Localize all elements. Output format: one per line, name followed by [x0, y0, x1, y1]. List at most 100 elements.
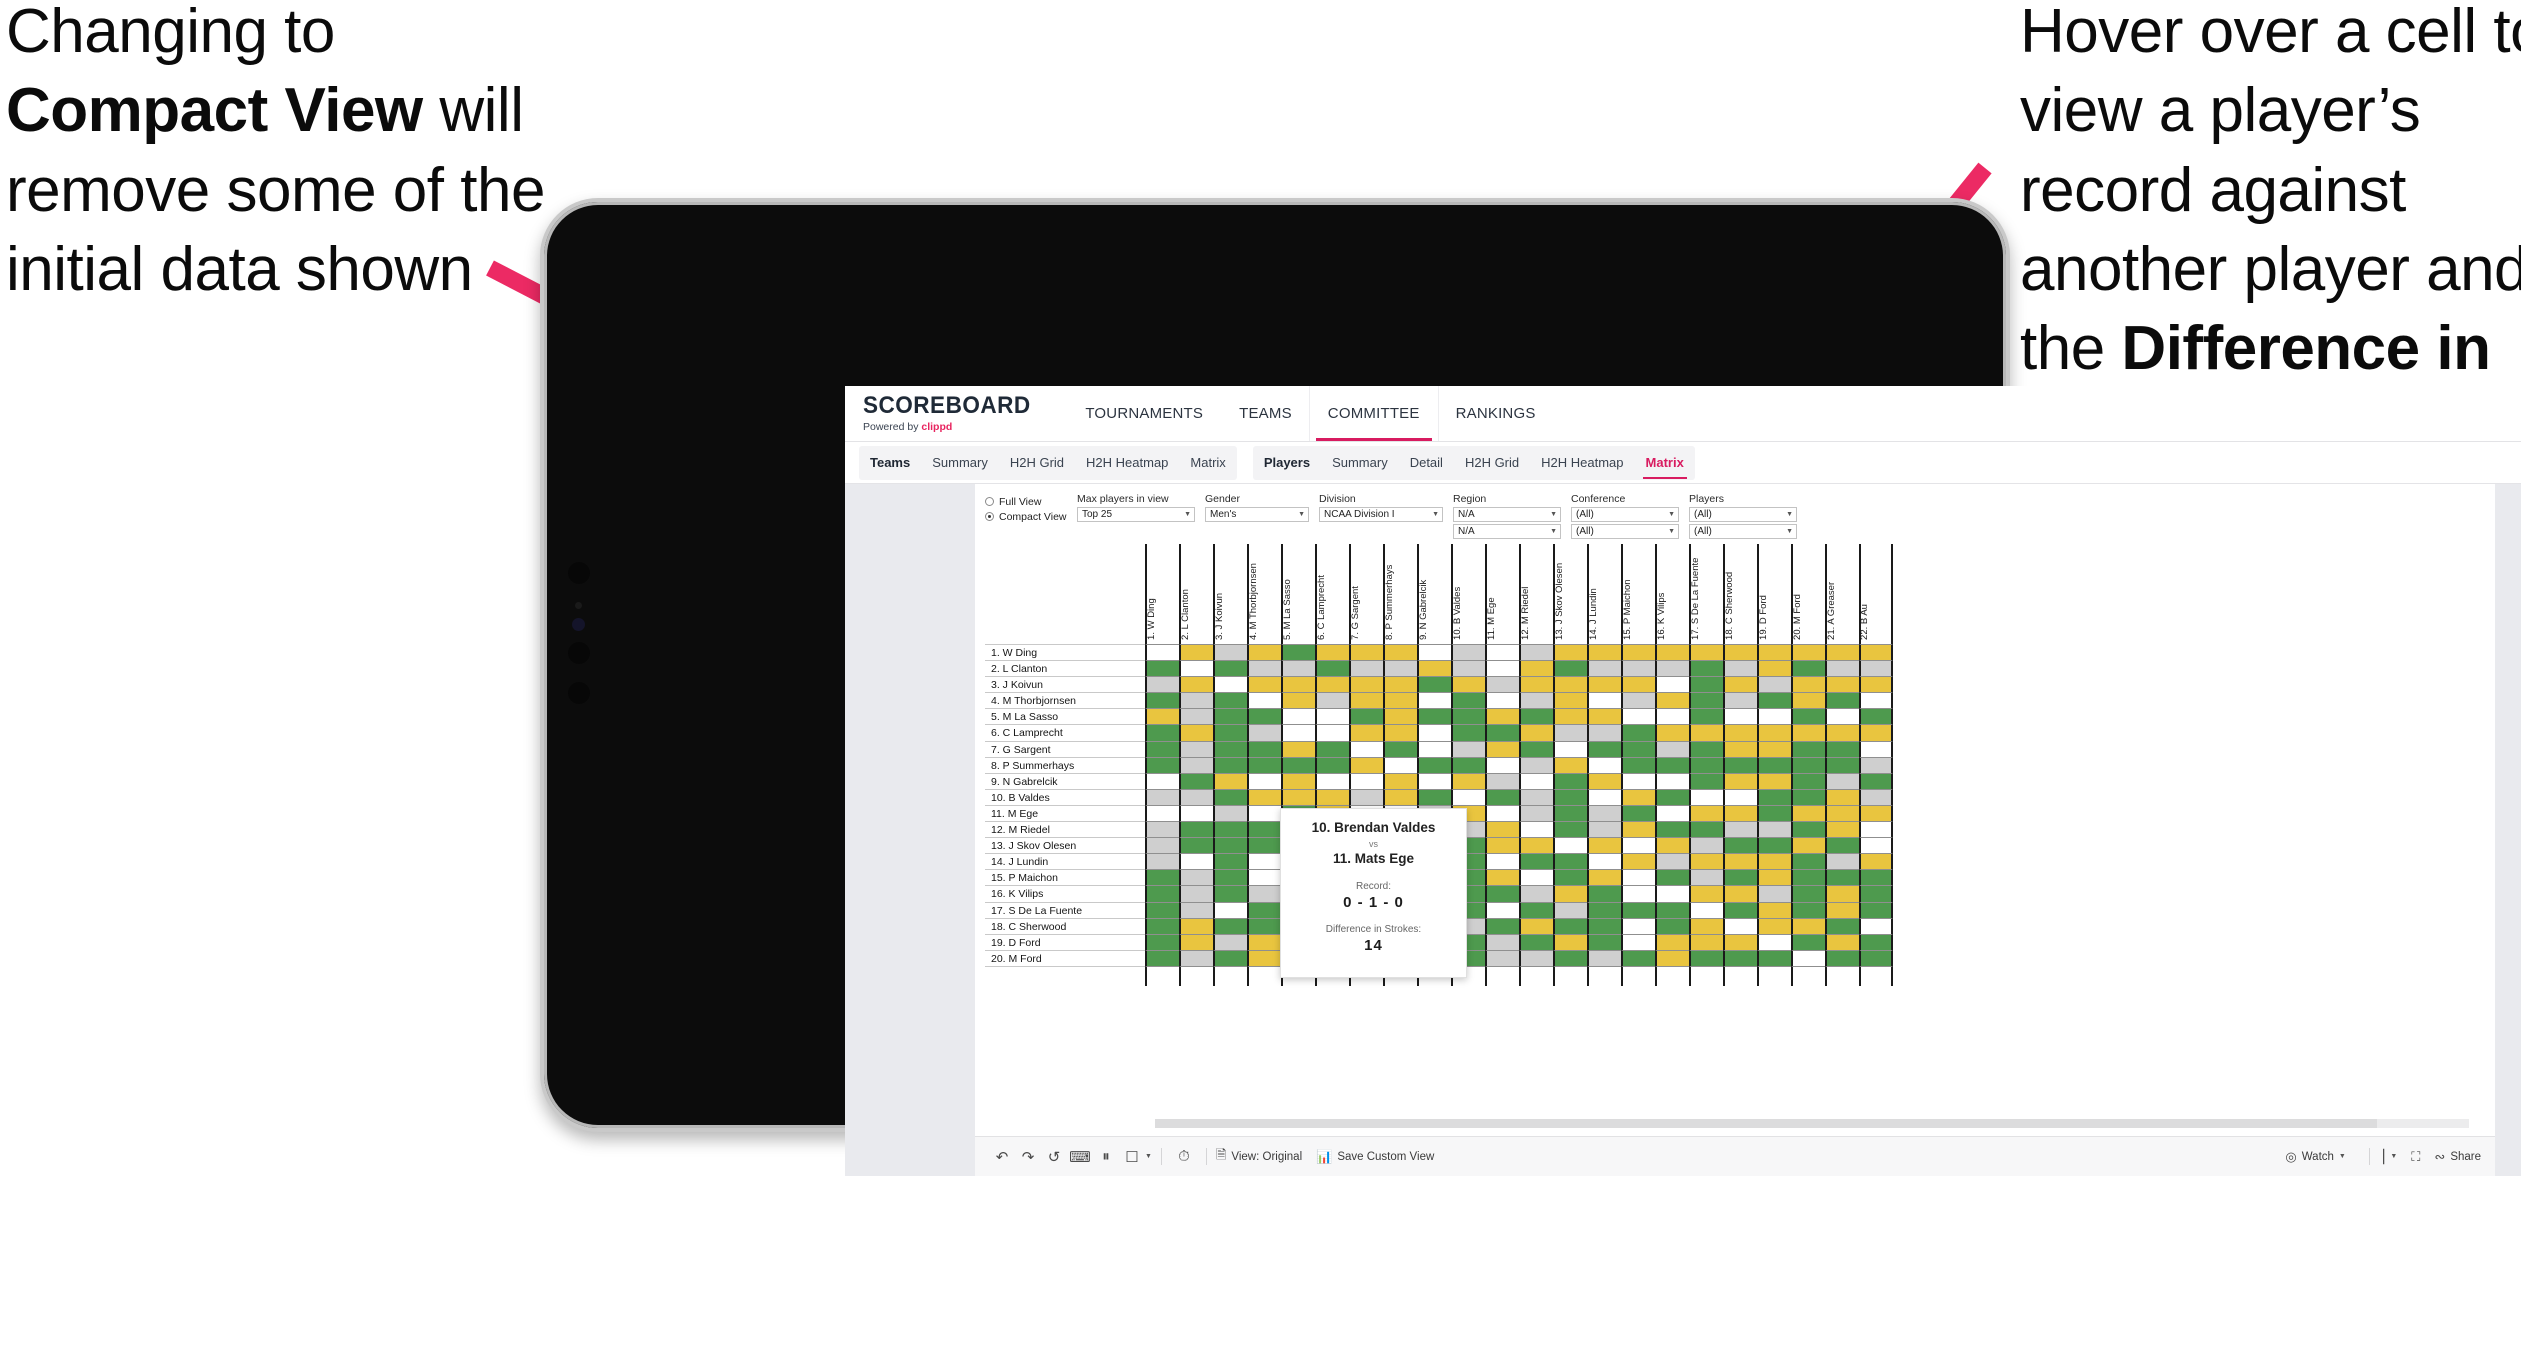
matrix-cell[interactable]	[1485, 933, 1519, 950]
matrix-col-header[interactable]: 18. C Sherwood	[1723, 544, 1757, 644]
matrix-cell[interactable]	[1689, 949, 1723, 966]
matrix-col-header[interactable]: 14. J Lundin	[1587, 544, 1621, 644]
matrix-cell[interactable]	[1553, 772, 1587, 789]
matrix-cell[interactable]	[1757, 885, 1791, 902]
matrix-cell[interactable]	[1213, 804, 1247, 822]
matrix-cell[interactable]	[1485, 885, 1519, 902]
matrix-cell[interactable]	[1723, 676, 1757, 693]
matrix-col-header[interactable]: 3. J Koivun	[1213, 544, 1247, 644]
matrix-cell[interactable]	[1587, 692, 1621, 709]
matrix-cell[interactable]	[1315, 740, 1349, 757]
matrix-cell[interactable]	[1859, 853, 1893, 870]
matrix-cell[interactable]	[1553, 756, 1587, 773]
matrix-cell[interactable]	[1417, 788, 1451, 805]
matrix-cell[interactable]	[1145, 644, 1179, 661]
matrix-cell[interactable]	[1281, 724, 1315, 741]
matrix-cell[interactable]	[1621, 644, 1655, 661]
matrix-cell[interactable]	[1825, 756, 1859, 773]
matrix-cell[interactable]	[1723, 692, 1757, 709]
radio-full-view[interactable]: Full View	[985, 494, 1077, 509]
matrix-cell[interactable]	[1281, 676, 1315, 693]
matrix-cell[interactable]	[1281, 660, 1315, 677]
matrix-cell[interactable]	[1145, 853, 1179, 870]
matrix-cell[interactable]	[1791, 644, 1825, 661]
matrix-cell[interactable]	[1723, 772, 1757, 789]
matrix-cell[interactable]	[1791, 885, 1825, 902]
download-button[interactable]: ⎟ ▼	[2379, 1149, 2397, 1165]
matrix-cell[interactable]	[1621, 788, 1655, 805]
matrix-cell[interactable]	[1315, 708, 1349, 725]
matrix-cell[interactable]	[1859, 869, 1893, 886]
matrix-cell[interactable]	[1145, 837, 1179, 854]
matrix-cell[interactable]	[1179, 821, 1213, 838]
matrix-cell[interactable]	[1689, 804, 1723, 822]
matrix-row-label[interactable]: 16. K Vilips	[985, 885, 1145, 902]
matrix-cell[interactable]	[1213, 933, 1247, 950]
matrix-cell[interactable]	[1689, 821, 1723, 838]
matrix-cell[interactable]	[1315, 692, 1349, 709]
filter-select-0[interactable]: N/A ▼	[1453, 507, 1561, 522]
matrix-cell[interactable]	[1791, 837, 1825, 854]
matrix-cell[interactable]	[1179, 676, 1213, 693]
matrix-cell[interactable]	[1587, 708, 1621, 725]
matrix-cell[interactable]	[1859, 933, 1893, 950]
nav-tab-committee[interactable]: COMMITTEE	[1309, 386, 1438, 441]
matrix-cell[interactable]	[1451, 660, 1485, 677]
matrix-cell[interactable]	[1485, 644, 1519, 661]
matrix-cell[interactable]	[1757, 804, 1791, 822]
matrix-cell[interactable]	[1213, 740, 1247, 757]
matrix-cell[interactable]	[1417, 660, 1451, 677]
matrix-cell[interactable]	[1349, 676, 1383, 693]
matrix-cell[interactable]	[1315, 788, 1349, 805]
matrix-cell[interactable]	[1621, 676, 1655, 693]
matrix-cell[interactable]	[1213, 853, 1247, 870]
matrix-cell[interactable]	[1621, 885, 1655, 902]
matrix-cell[interactable]	[1553, 692, 1587, 709]
matrix-cell[interactable]	[1213, 885, 1247, 902]
sub-tab-teams-h2h-heatmap[interactable]: H2H Heatmap	[1075, 446, 1179, 480]
matrix-cell[interactable]	[1519, 821, 1553, 838]
matrix-row-label[interactable]: 1. W Ding	[985, 644, 1145, 661]
matrix-cell[interactable]	[1179, 660, 1213, 677]
chevron-down-icon[interactable]: ▼	[1432, 511, 1439, 518]
matrix-cell[interactable]	[1281, 756, 1315, 773]
matrix-cell[interactable]	[1757, 933, 1791, 950]
matrix-cell[interactable]	[1757, 917, 1791, 934]
matrix-cell[interactable]	[1383, 788, 1417, 805]
matrix-col-header[interactable]: 22. B Au	[1859, 544, 1893, 644]
matrix-cell[interactable]	[1757, 708, 1791, 725]
matrix-cell[interactable]	[1553, 788, 1587, 805]
matrix-cell[interactable]	[1655, 917, 1689, 934]
matrix-cell[interactable]	[1247, 692, 1281, 709]
matrix-cell[interactable]	[1621, 708, 1655, 725]
matrix-cell[interactable]	[1213, 756, 1247, 773]
matrix-cell[interactable]	[1383, 772, 1417, 789]
chevron-down-icon[interactable]: ▼	[1668, 528, 1675, 535]
matrix-cell[interactable]	[1451, 740, 1485, 757]
matrix-cell[interactable]	[1247, 660, 1281, 677]
filter-select-0[interactable]: Men's ▼	[1205, 507, 1309, 522]
filter-select-0[interactable]: (All) ▼	[1689, 507, 1797, 522]
matrix-cell[interactable]	[1587, 644, 1621, 661]
matrix-cell[interactable]	[1383, 724, 1417, 741]
matrix-cell[interactable]	[1791, 676, 1825, 693]
matrix-cell[interactable]	[1383, 708, 1417, 725]
matrix-cell[interactable]	[1757, 644, 1791, 661]
matrix-cell[interactable]	[1587, 724, 1621, 741]
matrix-row-label[interactable]: 12. M Riedel	[985, 821, 1145, 838]
matrix-cell[interactable]	[1791, 756, 1825, 773]
matrix-cell[interactable]	[1723, 949, 1757, 966]
matrix-cell[interactable]	[1247, 885, 1281, 902]
matrix-cell[interactable]	[1757, 788, 1791, 805]
sub-tab-players-matrix[interactable]: Matrix	[1635, 446, 1695, 480]
matrix-cell[interactable]	[1825, 933, 1859, 950]
matrix-cell[interactable]	[1757, 853, 1791, 870]
matrix-cell[interactable]	[1145, 660, 1179, 677]
matrix-cell[interactable]	[1519, 917, 1553, 934]
matrix-cell[interactable]	[1247, 724, 1281, 741]
matrix-cell[interactable]	[1553, 676, 1587, 693]
matrix-cell[interactable]	[1621, 901, 1655, 918]
matrix-cell[interactable]	[1349, 660, 1383, 677]
matrix-cell[interactable]	[1519, 788, 1553, 805]
matrix-cell[interactable]	[1213, 692, 1247, 709]
